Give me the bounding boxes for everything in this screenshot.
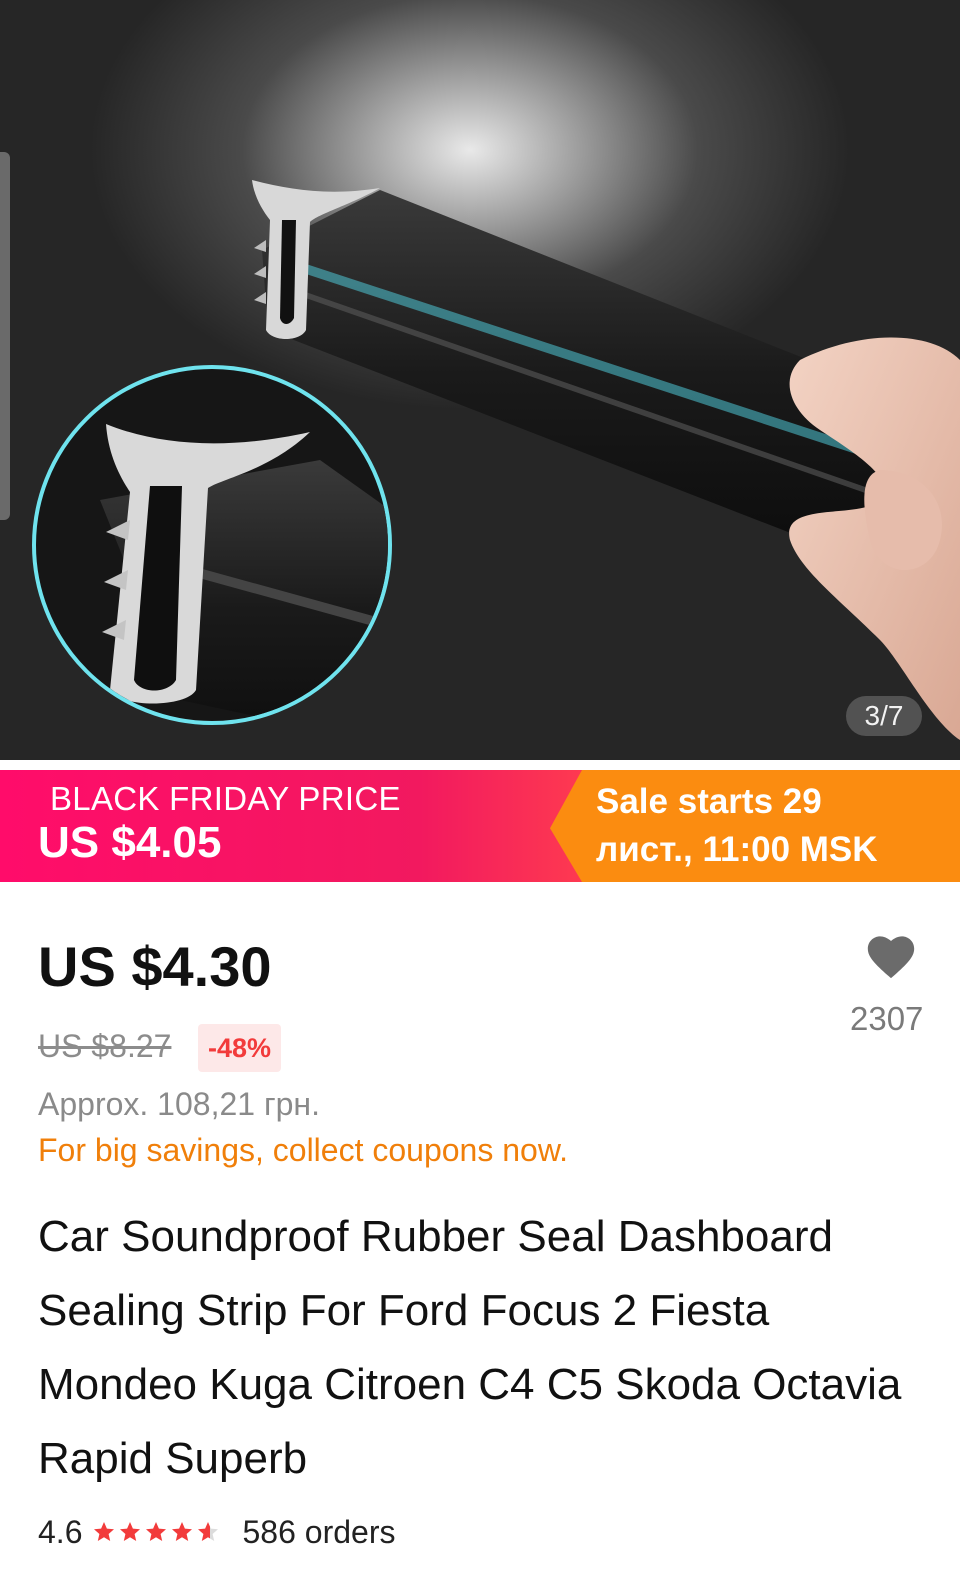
approx-local-price: Approx. 108,21 грн. (38, 1086, 320, 1122)
product-photo-icon (32, 180, 960, 740)
image-counter: 3/7 (846, 696, 922, 736)
star-icon (120, 1522, 141, 1541)
product-title: Car Soundproof Rubber Seal Dashboard Sea… (38, 1212, 902, 1483)
promo-label: BLACK FRIDAY PRICE (50, 780, 401, 817)
current-price: US $4.30 (38, 935, 272, 998)
sale-start-text: Sale starts 29 лист., 11:00 MSK (596, 778, 946, 874)
rating-stars (92, 1520, 222, 1544)
product-page: 3/7 BLACK FRIDAY PRICE US $4.05 Sale sta… (0, 0, 960, 1584)
heart-icon (867, 936, 915, 979)
orders-count: 586 orders (242, 1513, 396, 1550)
sale-start-line1: Sale starts 29 (596, 782, 822, 821)
wishlist-button[interactable] (864, 930, 918, 980)
coupons-link[interactable]: For big savings, collect coupons now. (38, 1132, 568, 1169)
discount-badge: -48% (198, 1024, 282, 1072)
star-icon (94, 1522, 115, 1541)
wishlist-count: 2307 (850, 1000, 924, 1037)
star-icon (172, 1522, 193, 1541)
star-icon (146, 1522, 167, 1541)
product-image-gallery[interactable]: 3/7 (0, 0, 960, 760)
gallery-scroll-handle[interactable] (0, 152, 10, 520)
star-half-icon (198, 1522, 219, 1541)
original-price: US $8.27 (38, 1028, 172, 1064)
sale-start-line2: лист., 11:00 MSK (596, 830, 878, 869)
rating-row[interactable]: 4.6 586 orders (38, 1510, 395, 1554)
black-friday-banner[interactable]: BLACK FRIDAY PRICE US $4.05 Sale starts … (0, 770, 960, 882)
promo-price: US $4.05 (38, 818, 222, 867)
rating-score: 4.6 (38, 1513, 83, 1550)
